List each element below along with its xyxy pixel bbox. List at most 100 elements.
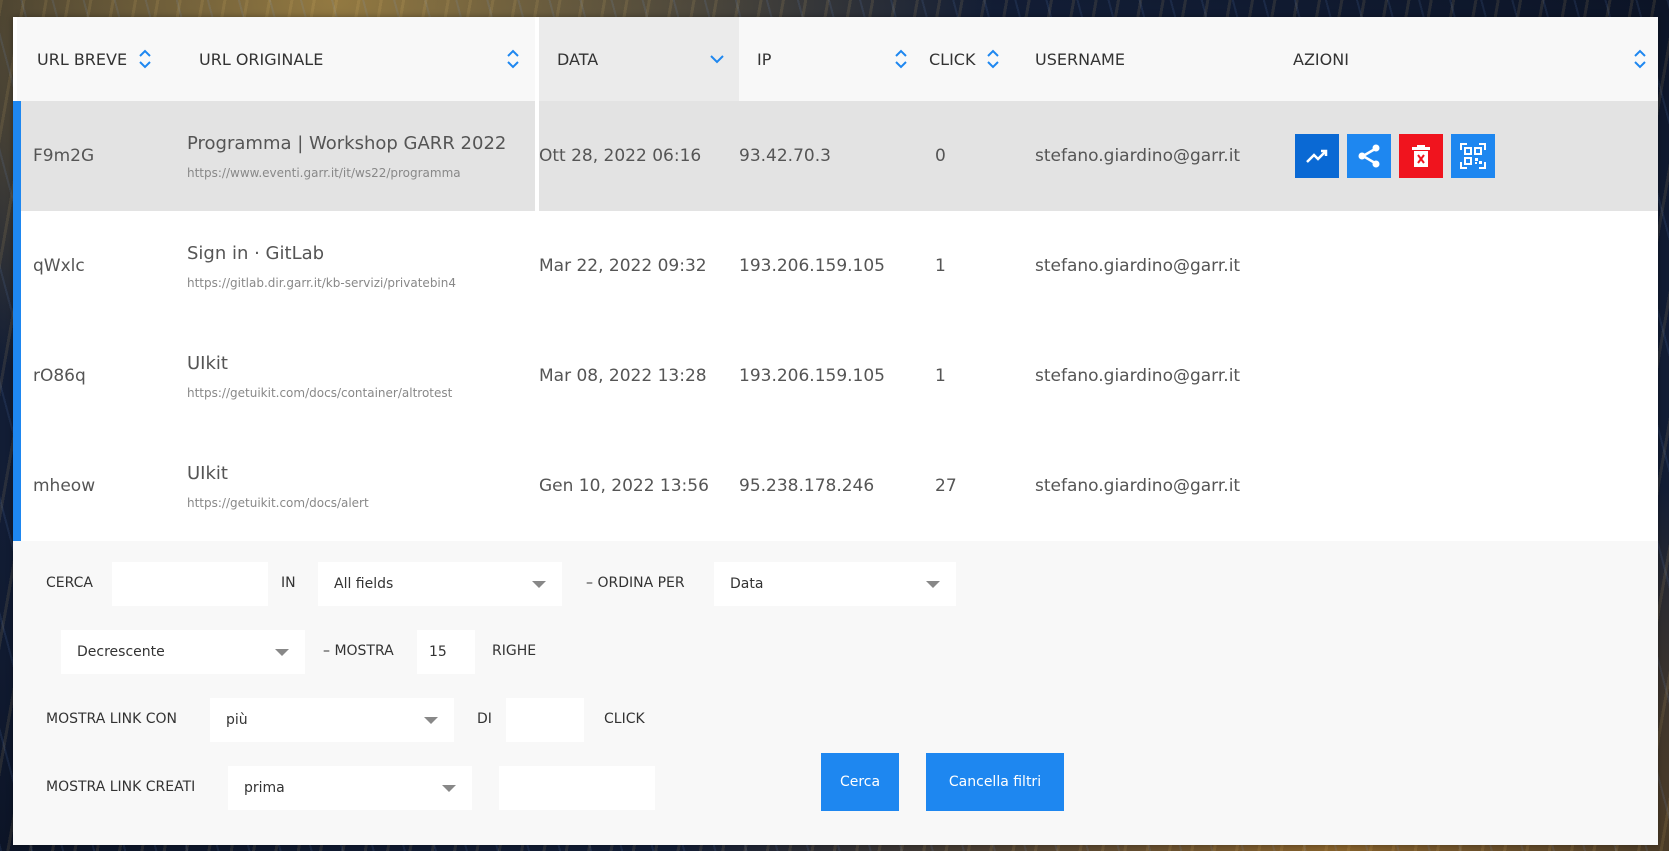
- created-when-select[interactable]: prima: [228, 766, 472, 810]
- created-date-input[interactable]: [499, 766, 655, 810]
- sort-icon[interactable]: [1632, 46, 1648, 72]
- links-panel: URL BREVE URL ORIGINALE DATA IP CLICK US…: [13, 17, 1658, 845]
- click-compare-select[interactable]: più: [210, 698, 454, 742]
- cell-date: Gen 10, 2022 13:56: [539, 476, 709, 496]
- table-row[interactable]: mheow UIkit https://getuikit.com/docs/al…: [13, 431, 1658, 541]
- cell-clicks: 27: [935, 476, 957, 496]
- order-by-value: Data: [730, 576, 764, 592]
- cell-username: stefano.giardino@garr.it: [1035, 256, 1241, 276]
- table-header-row: URL BREVE URL ORIGINALE DATA IP CLICK US…: [17, 17, 1658, 101]
- sort-icon[interactable]: [137, 46, 153, 72]
- cell-ip: 93.42.70.3: [739, 101, 923, 211]
- share-icon: [1358, 144, 1380, 168]
- rows-count-input[interactable]: [417, 630, 475, 674]
- original-url-link[interactable]: https://gitlab.dir.garr.it/kb-servizi/pr…: [187, 276, 535, 290]
- cell-clicks: 0: [923, 101, 1031, 211]
- header-label: URL ORIGINALE: [199, 49, 324, 69]
- original-title: UIkit: [187, 352, 228, 374]
- original-title: Sign in · GitLab: [187, 242, 325, 264]
- table-row[interactable]: rO86q UIkit https://getuikit.com/docs/co…: [13, 321, 1658, 431]
- header-label: DATA: [557, 49, 599, 69]
- rows-label: RIGHE: [492, 643, 537, 659]
- chevron-down-icon: [442, 784, 456, 792]
- original-url-link[interactable]: https://www.eventi.garr.it/it/ws22/progr…: [187, 166, 535, 180]
- cell-ip: 95.238.178.246: [739, 476, 875, 496]
- stats-button[interactable]: [1295, 134, 1339, 178]
- links-table: URL BREVE URL ORIGINALE DATA IP CLICK US…: [13, 17, 1658, 541]
- search-label: CERCA: [46, 575, 94, 591]
- search-field-select[interactable]: All fields: [318, 562, 562, 606]
- table-row[interactable]: qWxlc Sign in · GitLab https://gitlab.di…: [13, 211, 1658, 321]
- order-by-select[interactable]: Data: [714, 562, 956, 606]
- show-links-with-label: MOSTRA LINK CON: [46, 711, 178, 727]
- chevron-down-icon: [532, 580, 546, 588]
- header-label: CLICK: [929, 49, 976, 69]
- in-label: IN: [281, 575, 296, 591]
- search-field-value: All fields: [334, 576, 394, 592]
- created-links-label: MOSTRA LINK CREATI: [46, 779, 196, 795]
- click-compare-value: più: [226, 712, 248, 728]
- order-direction-value: Decrescente: [77, 644, 165, 660]
- cell-username: stefano.giardino@garr.it: [1035, 366, 1241, 386]
- cell-actions: [1273, 211, 1658, 321]
- created-when-value: prima: [244, 780, 285, 796]
- chevron-down-icon: [926, 580, 940, 588]
- cell-ip: 193.206.159.105: [739, 256, 886, 276]
- order-direction-select[interactable]: Decrescente: [61, 630, 305, 674]
- table-row[interactable]: F9m2G Programma | Workshop GARR 2022 htt…: [13, 101, 1658, 211]
- qr-code-icon: [1460, 143, 1486, 169]
- cell-original-url[interactable]: UIkit https://getuikit.com/docs/alert: [187, 431, 539, 541]
- clicks-label: CLICK: [604, 711, 645, 727]
- delete-button[interactable]: [1399, 134, 1443, 178]
- search-input[interactable]: [112, 562, 268, 606]
- header-ip[interactable]: IP: [739, 17, 923, 101]
- cell-short-url[interactable]: mheow: [13, 431, 187, 541]
- clear-filters-button[interactable]: Cancella filtri: [926, 753, 1064, 811]
- cell-clicks: 1: [935, 256, 946, 276]
- header-label: AZIONI: [1293, 49, 1349, 69]
- cell-actions: [1273, 101, 1658, 211]
- original-url-link[interactable]: https://getuikit.com/docs/alert: [187, 496, 539, 510]
- search-button[interactable]: Cerca: [821, 753, 899, 811]
- original-title: UIkit: [187, 462, 228, 484]
- header-date[interactable]: DATA: [539, 17, 739, 101]
- cell-original-url[interactable]: Programma | Workshop GARR 2022 https://w…: [187, 101, 539, 211]
- original-title: Programma | Workshop GARR 2022: [187, 132, 507, 154]
- sort-desc-icon[interactable]: [709, 46, 725, 72]
- di-label: DI: [477, 711, 492, 727]
- cell-clicks: 1: [935, 366, 946, 386]
- qr-code-button[interactable]: [1451, 134, 1495, 178]
- stats-chart-icon: [1306, 149, 1328, 163]
- clicks-count-input[interactable]: [506, 698, 584, 742]
- chevron-down-icon: [424, 716, 438, 724]
- original-url-link[interactable]: https://getuikit.com/docs/container/altr…: [187, 386, 535, 400]
- header-label: URL BREVE: [37, 49, 128, 69]
- cell-original-url[interactable]: UIkit https://getuikit.com/docs/containe…: [187, 321, 539, 431]
- header-label: USERNAME: [1035, 49, 1125, 69]
- cell-short-url[interactable]: rO86q: [13, 321, 187, 431]
- cell-actions: [1273, 431, 1658, 541]
- cell-original-url[interactable]: Sign in · GitLab https://gitlab.dir.garr…: [187, 211, 539, 321]
- sort-icon[interactable]: [985, 46, 1001, 72]
- header-label: IP: [757, 49, 772, 69]
- show-label: – MOSTRA: [323, 643, 394, 659]
- header-username: USERNAME: [1031, 17, 1273, 101]
- cell-username: stefano.giardino@garr.it: [1031, 101, 1273, 211]
- header-actions: AZIONI: [1273, 17, 1658, 101]
- header-short-url[interactable]: URL BREVE: [17, 17, 187, 101]
- row-actions: [1273, 134, 1658, 178]
- sort-icon[interactable]: [893, 46, 909, 72]
- order-by-label: – ORDINA PER: [586, 575, 685, 591]
- cell-actions: [1273, 321, 1658, 431]
- header-original-url[interactable]: URL ORIGINALE: [187, 17, 539, 101]
- sort-icon[interactable]: [505, 46, 521, 72]
- cell-date: Mar 08, 2022 13:28: [539, 366, 707, 386]
- cell-username: stefano.giardino@garr.it: [1035, 476, 1241, 496]
- header-clicks[interactable]: CLICK: [923, 17, 1031, 101]
- delete-icon: [1412, 145, 1430, 167]
- share-button[interactable]: [1347, 134, 1391, 178]
- cell-date: Mar 22, 2022 09:32: [539, 256, 707, 276]
- cell-short-url[interactable]: F9m2G: [13, 101, 187, 211]
- chevron-down-icon: [275, 648, 289, 656]
- cell-short-url[interactable]: qWxlc: [13, 211, 187, 321]
